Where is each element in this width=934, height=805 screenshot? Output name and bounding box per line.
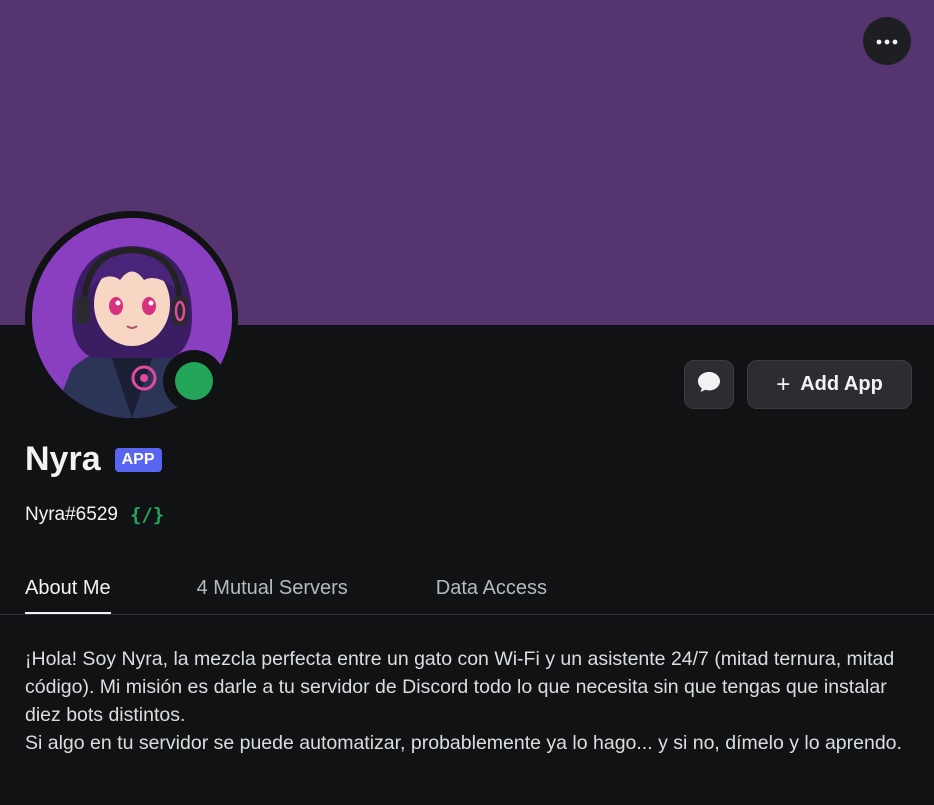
username-row: Nyra#6529 {/} — [25, 504, 164, 526]
display-name: Nyra — [25, 440, 101, 478]
plus-icon: + — [776, 370, 791, 398]
about-paragraph: ¡Hola! Soy Nyra, la mezcla perfecta entr… — [25, 648, 895, 726]
slash-commands-icon[interactable]: {/} — [130, 504, 164, 526]
about-paragraph: Si algo en tu servidor se puede automati… — [25, 732, 902, 754]
tab-data-access[interactable]: Data Access — [436, 577, 547, 614]
chat-bubble-icon — [697, 371, 721, 398]
tab-mutual-servers[interactable]: 4 Mutual Servers — [197, 577, 348, 614]
ellipsis-icon — [876, 32, 898, 50]
tab-about-me[interactable]: About Me — [25, 577, 111, 614]
message-button[interactable] — [684, 360, 734, 409]
tabs-divider — [0, 614, 934, 615]
about-me-section: ¡Hola! Soy Nyra, la mezcla perfecta entr… — [25, 645, 915, 757]
app-badge: APP — [114, 447, 162, 472]
online-status-dot — [175, 362, 213, 400]
name-row: Nyra APP — [25, 440, 162, 479]
add-app-button[interactable]: + Add App — [747, 360, 912, 409]
status-indicator — [163, 350, 225, 412]
profile-tabs: About Me 4 Mutual Servers Data Access — [25, 577, 547, 614]
username[interactable]: Nyra#6529 — [25, 504, 118, 526]
add-app-label: Add App — [800, 373, 883, 395]
more-options-button[interactable] — [863, 17, 911, 65]
